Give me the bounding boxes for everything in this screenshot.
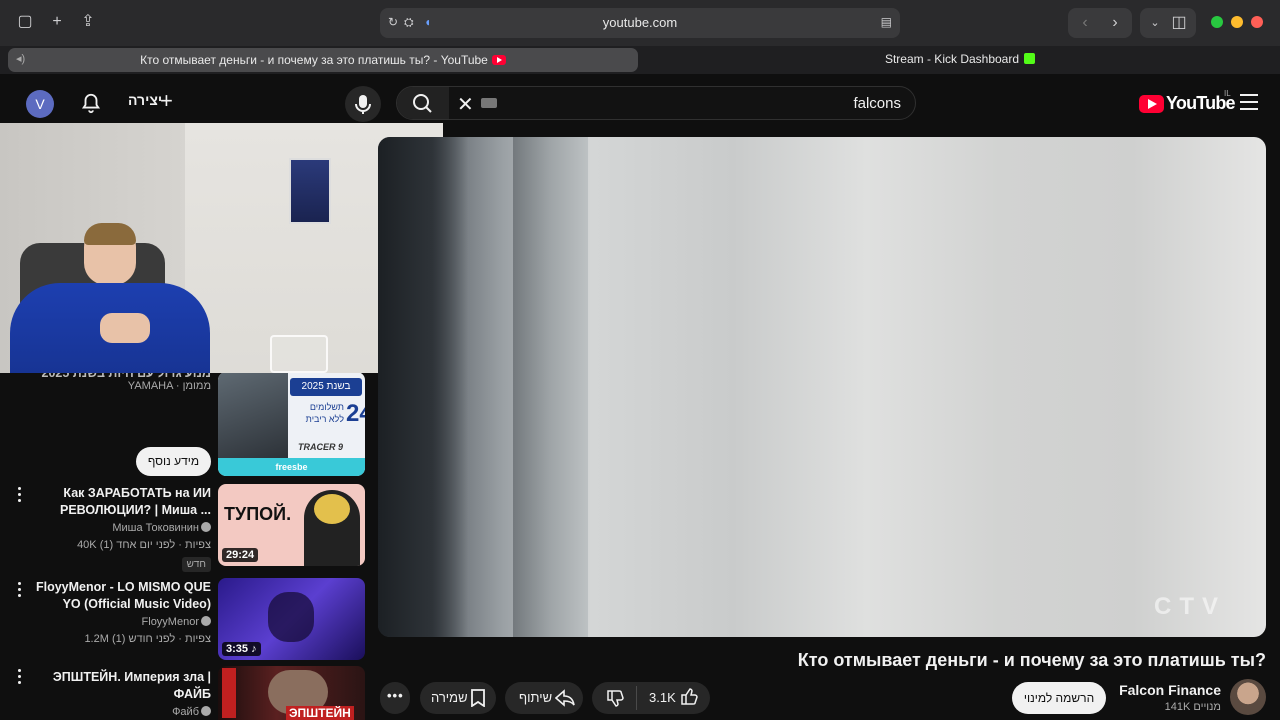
channel-text: FloyyMenor	[141, 616, 199, 628]
video-meta: 1.2M צפיות · לפני חודש (1)	[84, 633, 211, 645]
ad-brand: freesbe	[218, 458, 365, 476]
video-thumbnail[interactable]: ТУПОЙ. 29:24	[218, 484, 365, 566]
duration-badge: 29:24	[222, 548, 259, 562]
video-title[interactable]: Как ЗАРАБОТАТЬ на ИИ РЕВОЛЮЦИИ? | Миша .…	[21, 485, 211, 519]
channel-text: Файб	[172, 706, 199, 718]
address-bar[interactable]: ↻ ⛭ ◖ youtube.com ▤	[380, 8, 900, 38]
subscribe-button[interactable]: הרשמה למינוי	[1012, 682, 1106, 714]
channel-name[interactable]: FloyyMenor	[142, 616, 211, 628]
youtube-favicon-icon	[491, 55, 506, 65]
motorcycle-image	[218, 372, 288, 462]
more-info-button[interactable]: מידע נוסף	[136, 447, 211, 476]
close-dot[interactable]	[1251, 16, 1263, 28]
channel-watermark: CTV	[1154, 593, 1226, 620]
thumb-text: ТУПОЙ.	[224, 504, 292, 524]
search-icon	[413, 94, 432, 113]
webcam-overlay	[0, 123, 443, 373]
thumb-text: ЭПШТЕЙН	[286, 706, 354, 720]
face-image	[314, 494, 350, 524]
video-title[interactable]: FloyyMenor - LO MISMO QUE YO (Official M…	[21, 579, 211, 613]
save-label: שמירה	[431, 690, 468, 705]
divider	[636, 686, 637, 710]
tab-youtube[interactable]: ◂) Кто отмывает деньги - и почему за это…	[8, 48, 638, 72]
like-count: 3.1K	[649, 690, 676, 705]
channel-name[interactable]: Файб	[172, 706, 211, 718]
keyboard-icon[interactable]	[481, 98, 497, 108]
reader-icon[interactable]: ▤	[881, 15, 892, 29]
menu-icon[interactable]	[1240, 94, 1258, 110]
verified-icon	[201, 522, 211, 532]
save-button[interactable]: שמירה	[420, 682, 496, 714]
ad-line3: ללא ריבית	[305, 414, 344, 424]
channel-text: Миша Токовинин	[112, 522, 199, 534]
foreground-figure	[378, 137, 468, 637]
url-text: youtube.com	[602, 15, 678, 30]
ad-line2: תשלומים	[309, 402, 344, 412]
forward-icon[interactable]: ›	[1104, 12, 1126, 34]
chevron-down-icon[interactable]: ⌄	[1144, 12, 1166, 34]
bookmark-icon	[471, 689, 485, 707]
browser-toolbar: ▢ + ⇪ ↻ ⛭ ◖ youtube.com ▤ ‹ › ⌄ ◫	[0, 0, 1280, 46]
sidebar-toggle-icon[interactable]: ▢	[14, 11, 36, 33]
video-meta: 40K צפיות · לפני יום אחד (1)	[77, 539, 211, 551]
window-frame	[513, 137, 588, 637]
channel-name[interactable]: Falcon Finance	[1119, 682, 1221, 698]
back-icon[interactable]: ‹	[1074, 12, 1096, 34]
verified-icon	[201, 616, 211, 626]
video-title[interactable]: ЭПШТЕЙН. Империя зла | ФАЙБ	[21, 669, 211, 703]
tab-label: Stream - Kick Dashboard	[884, 52, 1020, 66]
mic-icon	[355, 95, 371, 114]
tab-tools: ⌄ ◫	[1140, 8, 1196, 38]
poster-image	[289, 158, 331, 224]
plus-icon[interactable]: +	[160, 88, 173, 114]
more-actions-button[interactable]: •••	[380, 682, 410, 714]
search-button[interactable]	[397, 87, 449, 119]
new-badge: חדש	[181, 557, 211, 572]
voice-search-button[interactable]	[345, 86, 381, 122]
hair-image	[84, 223, 136, 245]
new-tab-icon[interactable]: +	[46, 11, 68, 33]
video-thumbnail[interactable]: 3:35 ♪	[218, 578, 365, 660]
sidebar-icon[interactable]: ◫	[1168, 12, 1190, 34]
dislike-icon[interactable]	[606, 689, 624, 707]
share-arrow-icon	[555, 689, 575, 707]
ad-number: 24	[346, 400, 365, 427]
clear-search-icon[interactable]: ✕	[457, 92, 474, 117]
video-player[interactable]: CTV	[378, 137, 1266, 637]
search-input[interactable]: ✕ falcons	[396, 86, 916, 120]
region-code: IL	[1224, 89, 1231, 98]
glass-image	[270, 335, 328, 373]
bell-icon[interactable]	[80, 92, 102, 114]
ellipsis-icon: •••	[387, 688, 404, 703]
create-label[interactable]: יצירה	[128, 92, 162, 108]
video-title: Кто отмывает деньги - и почему за это пл…	[797, 650, 1266, 670]
nav-buttons: ‹ ›	[1068, 8, 1132, 38]
avatar[interactable]: V	[26, 90, 54, 118]
vertical-red-band	[222, 668, 236, 718]
tab-label: Кто отмывает деньги - и почему за это пл…	[140, 53, 488, 67]
youtube-play-icon	[1139, 95, 1164, 113]
video-thumbnail[interactable]: ЭПШТЕЙН	[218, 666, 365, 720]
channel-avatar[interactable]	[1230, 679, 1266, 715]
subscriber-count: 141K מנויים	[1164, 701, 1221, 713]
ad-model: TRACER 9	[298, 442, 344, 452]
hands-image	[100, 313, 150, 343]
share-label: שיתוף	[519, 690, 553, 705]
maximize-dot[interactable]	[1211, 16, 1223, 28]
like-icon[interactable]	[680, 688, 698, 706]
ad-year: בשנת 2025	[290, 378, 362, 396]
channel-name[interactable]: Миша Токовинин	[112, 522, 211, 534]
ad-channel: YAMAHA · ממומן	[127, 380, 211, 392]
search-value: falcons	[853, 95, 901, 112]
tab-kick[interactable]: Stream - Kick Dashboard	[645, 52, 1275, 66]
minimize-dot[interactable]	[1231, 16, 1243, 28]
like-dislike-group: 3.1K	[592, 682, 710, 714]
duration-badge: 3:35 ♪	[222, 642, 261, 656]
kick-favicon-icon	[1024, 53, 1036, 64]
share-button[interactable]: שיתוף	[505, 682, 583, 714]
singer-image	[268, 592, 314, 642]
share-icon[interactable]: ⇪	[77, 11, 99, 33]
verified-icon	[201, 706, 211, 716]
ad-thumbnail[interactable]: בשנת 2025 24 תשלומים ללא ריבית TRACER 9 …	[218, 372, 365, 476]
